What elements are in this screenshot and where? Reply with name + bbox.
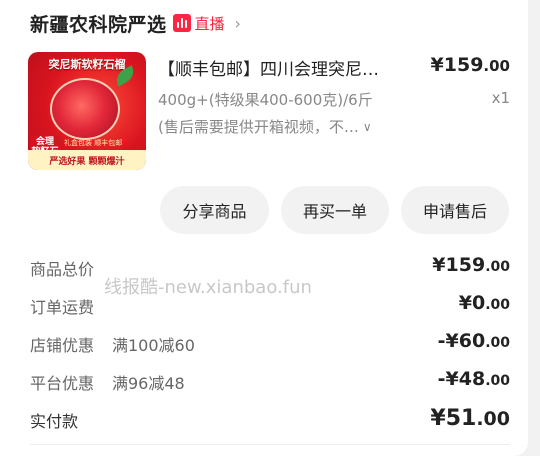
product-image-promo: 礼盒包装 顺丰包邮 xyxy=(64,139,123,147)
share-product-button[interactable]: 分享商品 xyxy=(160,186,269,234)
total-amount: ¥159.00 xyxy=(432,254,510,276)
paid-amount: ¥51.00 xyxy=(430,406,510,431)
summary-row-store-discount: 店铺优惠 满100减60 -¥60.00 xyxy=(30,328,510,366)
total-label: 商品总价 xyxy=(30,260,95,279)
product-image-slogan: 严选好果 颗颗爆汁 xyxy=(28,150,146,170)
product-spec: 400g+(特级果400-600克)/6斤 xyxy=(158,91,373,109)
paid-label: 实付款 xyxy=(30,412,79,431)
product-note-text: (售后需要提供开箱视频，不… xyxy=(158,118,359,136)
chevron-down-icon[interactable]: ∨ xyxy=(363,120,372,134)
watermark-text: 线报酷-new.xianbao.fun xyxy=(104,277,312,298)
order-card: 新疆农科院严选 直播 › 突尼斯软籽石榴 会理 软籽石榴 礼盒包装 顺丰包邮 严… xyxy=(0,0,528,456)
platform-discount-desc: 满96减48 xyxy=(112,374,185,393)
platform-discount-amount: -¥48.00 xyxy=(437,368,510,390)
shipping-amount: ¥0.00 xyxy=(458,292,510,314)
live-bars-icon xyxy=(172,14,191,32)
chevron-right-icon[interactable]: › xyxy=(235,14,241,33)
action-buttons: 分享商品 再买一单 申请售后 xyxy=(160,186,509,234)
summary-row-paid: 实付款 ¥51.00 xyxy=(30,404,510,442)
product-price: ¥159.00 xyxy=(430,54,510,76)
product-title[interactable]: 【顺丰包邮】四川会理突尼… xyxy=(158,55,428,80)
after-sale-button[interactable]: 申请售后 xyxy=(401,186,509,234)
store-discount-label: 店铺优惠 xyxy=(30,336,95,355)
store-header[interactable]: 新疆农科院严选 直播 › xyxy=(30,9,241,37)
buy-again-button[interactable]: 再买一单 xyxy=(281,186,389,234)
live-label[interactable]: 直播 xyxy=(195,13,225,34)
store-name[interactable]: 新疆农科院严选 xyxy=(30,10,167,37)
store-discount-desc: 满100减60 xyxy=(112,336,195,355)
platform-discount-label: 平台优惠 xyxy=(30,374,95,393)
product-note[interactable]: (售后需要提供开箱视频，不… ∨ xyxy=(158,116,372,137)
product-image[interactable]: 突尼斯软籽石榴 会理 软籽石榴 礼盒包装 顺丰包邮 严选好果 颗颗爆汁 xyxy=(28,52,146,170)
pomegranate-illustration xyxy=(50,78,120,140)
product-quantity: x1 xyxy=(491,89,510,107)
divider xyxy=(30,444,510,445)
store-discount-amount: -¥60.00 xyxy=(437,330,510,352)
shipping-label: 订单运费 xyxy=(30,298,95,317)
summary-row-platform-discount: 平台优惠 满96减48 -¥48.00 xyxy=(30,366,510,404)
